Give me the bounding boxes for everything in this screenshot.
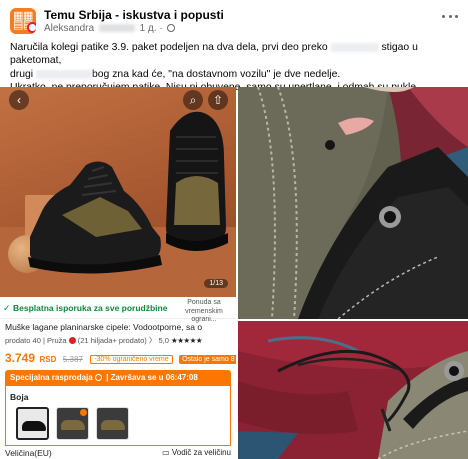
post-header: ▦▦ ▤▤ Temu Srbija - iskustva i popusti Al… [10,6,460,38]
rating-stars: ★★★★★ [170,336,203,345]
back-arrow-icon[interactable]: ‹ [9,90,29,110]
photo-grid: ‹ ⌕ ⇧ 1/13 ✓ Besplatna isporuka za sve p… [0,87,468,459]
free-shipping-banner[interactable]: ✓ Besplatna isporuka za sve porudžbine P… [0,297,236,323]
post-text-line-2: drugi bog zna kad će, "na dostavnom vozi… [10,68,341,80]
avatar-badge-icon [27,22,36,33]
post-text-line-1: Naručila kolegi patike 3.9. paket podelj… [10,42,418,67]
post-time[interactable]: 1 д. [140,23,157,34]
color-swatch-khaki[interactable] [56,407,89,440]
photo-lace-on-carpet[interactable] [238,321,468,459]
discount-badge: -30% ograničeno vreme [90,355,173,364]
seller-badge-icon [68,337,76,344]
color-swatch-black-white[interactable] [16,407,49,440]
author-name[interactable]: Aleksandra [44,23,94,34]
check-icon: ✓ [3,303,11,313]
search-icon[interactable]: ⌕ [183,90,203,110]
facebook-post: ▦▦ ▤▤ Temu Srbija - iskustva i popusti Al… [0,0,468,459]
limited-offer-note: Ponuda sa vremenskim ograni... [185,299,223,323]
size-row: Veličina(EU) ▭ Vodič za veličinu [5,448,231,458]
post-meta: Aleksandra 1 д. · [44,23,176,34]
product-title[interactable]: Muške lagane planinarske cipele: Vodootp… [5,322,231,332]
price-row: 3.749 RSD 5.387 -30% ograničeno vreme Os… [5,349,236,365]
product-photo: ‹ ⌕ ⇧ 1/13 [0,87,236,297]
free-shipping-text: Besplatna isporuka za sve porudžbine [13,303,168,313]
redacted-text [330,42,379,52]
more-options-icon[interactable] [442,12,458,20]
photo-torn-shoe-closeup[interactable] [238,87,468,319]
sales-stats: prodato 40 | Pruža (21 hiljada+ prodato)… [5,336,203,345]
color-label: Boja [10,392,29,402]
clock-icon [94,374,102,381]
group-name[interactable]: Temu Srbija - iskustva i popusti [44,8,224,22]
redacted-name [98,24,135,33]
photo-counter: 1/13 [204,279,228,288]
share-icon[interactable]: ⇧ [208,90,228,110]
lace-carpet-photo [238,321,468,459]
size-label: Veličina(EU) [5,448,52,458]
globe-icon [167,24,176,32]
ruler-icon: ▭ [162,448,172,457]
color-swatch-black[interactable] [96,407,129,440]
redacted-text [36,69,92,79]
hot-icon [80,409,87,416]
old-price: 5.387 [62,355,83,364]
stock-badge: Ostalo je samo 8 [179,355,236,364]
torn-shoe-photo [238,87,468,319]
sneaker-illustration [28,111,228,274]
current-price: 3.749 [5,351,36,365]
currency: RSD [39,355,57,364]
photo-product-screenshot[interactable]: ‹ ⌕ ⇧ 1/13 ✓ Besplatna isporuka za sve p… [0,87,236,459]
flash-sale-banner: Specijalna rasprodaja | Završava se u 06… [5,370,231,386]
group-avatar[interactable]: ▦▦ ▤▤ [10,8,36,34]
size-guide-link[interactable]: ▭ Vodič za veličinu [162,448,231,457]
